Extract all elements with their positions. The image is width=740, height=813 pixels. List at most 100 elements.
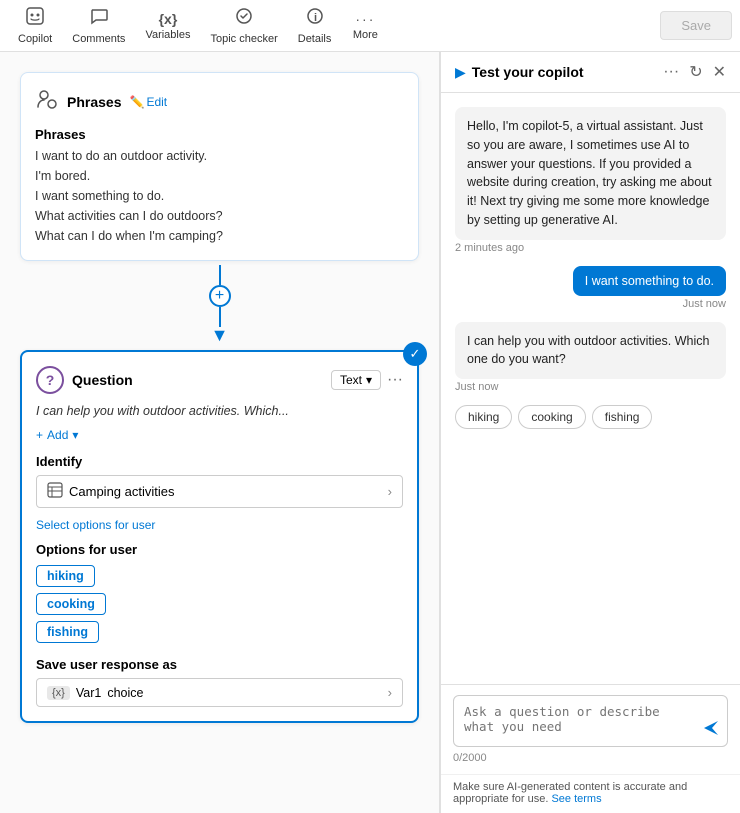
user-message-1: I want something to do. Just now xyxy=(455,266,726,310)
connector: + ▼ xyxy=(20,261,419,350)
chevron-right-icon: › xyxy=(388,484,392,499)
variables-icon: {x} xyxy=(159,11,178,27)
question-title: Question xyxy=(72,372,133,388)
phrases-icon xyxy=(35,87,59,117)
chat-option-fishing[interactable]: fishing xyxy=(592,405,653,429)
chat-options: hiking cooking fishing xyxy=(455,405,726,433)
question-title-group: ? Question xyxy=(36,366,133,394)
more-icon: ··· xyxy=(355,11,375,27)
save-response-label: Save user response as xyxy=(36,657,403,672)
edit-link[interactable]: ✏️ Edit xyxy=(129,95,167,109)
edit-icon: ✏️ xyxy=(129,95,144,109)
bot-message-2: I can help you with outdoor activities. … xyxy=(455,322,726,394)
question-card: ✓ ? Question Text ▾ ··· I can help you w… xyxy=(20,350,419,723)
details-icon: i xyxy=(305,6,325,31)
phrase-2: I'm bored. xyxy=(35,166,404,186)
connector-line-top xyxy=(219,265,221,285)
user-bubble-1: I want something to do. xyxy=(573,266,726,296)
identify-box[interactable]: Camping activities › xyxy=(36,475,403,508)
toolbar-copilot-label: Copilot xyxy=(18,33,52,45)
toolbar-variables-label: Variables xyxy=(145,29,190,41)
option-fishing[interactable]: fishing xyxy=(36,621,99,643)
phrases-card: Phrases ✏️ Edit Phrases I want to do an … xyxy=(20,72,419,261)
test-panel: ▶ Test your copilot ··· ↻ ✕ Hello, I'm c… xyxy=(440,52,740,813)
close-button[interactable]: ✕ xyxy=(713,62,726,82)
check-badge: ✓ xyxy=(403,342,427,366)
var-name: Var1 xyxy=(76,686,101,700)
phrase-1: I want to do an outdoor activity. xyxy=(35,146,404,166)
see-terms-link[interactable]: See terms xyxy=(551,793,601,805)
select-options-link[interactable]: Select options for user xyxy=(36,518,403,532)
toolbar-copilot[interactable]: Copilot xyxy=(8,2,62,49)
phrase-4: What activities can I do outdoors? xyxy=(35,206,404,226)
toolbar-details[interactable]: i Details xyxy=(288,2,342,49)
chat-input[interactable] xyxy=(453,695,728,747)
more-options-button[interactable]: ··· xyxy=(663,63,679,81)
main-area: Phrases ✏️ Edit Phrases I want to do an … xyxy=(0,52,740,813)
add-chevron-icon: ▾ xyxy=(72,428,78,442)
copilot-icon xyxy=(25,6,45,31)
refresh-button[interactable]: ↻ xyxy=(689,62,702,82)
toolbar-comments[interactable]: Comments xyxy=(62,2,135,49)
phrases-section: Phrases I want to do an outdoor activity… xyxy=(35,127,404,246)
table-icon xyxy=(47,482,63,501)
options-list: hiking cooking fishing xyxy=(36,565,403,643)
char-count: 0/2000 xyxy=(453,752,728,764)
question-icon: ? xyxy=(36,366,64,394)
identify-value: Camping activities xyxy=(69,484,175,499)
toolbar-variables[interactable]: {x} Variables xyxy=(135,7,200,45)
question-type-button[interactable]: Text ▾ xyxy=(331,370,381,390)
test-panel-title: Test your copilot xyxy=(472,64,584,80)
phrases-heading: Phrases xyxy=(35,127,404,142)
bot-time-2: Just now xyxy=(455,381,726,393)
comments-icon xyxy=(89,6,109,31)
phrases-card-title: Phrases xyxy=(67,94,121,110)
test-header: ▶ Test your copilot ··· ↻ ✕ xyxy=(441,52,740,93)
chevron-down-icon: ▾ xyxy=(366,373,372,387)
svg-text:i: i xyxy=(314,12,317,24)
expand-icon: ▶ xyxy=(455,64,466,81)
toolbar-comments-label: Comments xyxy=(72,33,125,45)
user-time-1: Just now xyxy=(683,298,726,310)
var-badge: {x} xyxy=(47,686,70,700)
phrase-3: I want something to do. xyxy=(35,186,404,206)
bot-bubble-1: Hello, I'm copilot-5, a virtual assistan… xyxy=(455,107,726,240)
question-more-button[interactable]: ··· xyxy=(387,371,403,389)
chat-input-area: 0/2000 xyxy=(441,684,740,774)
toolbar-more[interactable]: ··· More xyxy=(341,7,389,45)
save-response-box[interactable]: {x} Var1 choice › xyxy=(36,678,403,707)
save-response-chevron-icon: › xyxy=(388,685,392,700)
chat-input-wrapper xyxy=(453,695,728,750)
topic-checker-icon xyxy=(234,6,254,31)
disclaimer: Make sure AI-generated content is accura… xyxy=(441,774,740,813)
identify-label: Identify xyxy=(36,454,403,469)
bot-message-1: Hello, I'm copilot-5, a virtual assistan… xyxy=(455,107,726,254)
question-controls: Text ▾ ··· xyxy=(331,370,403,390)
connector-line-bottom xyxy=(219,307,221,327)
plus-icon: + xyxy=(36,428,43,442)
send-button[interactable] xyxy=(702,719,720,742)
toolbar: Copilot Comments {x} Variables Topic che… xyxy=(0,0,740,52)
chat-option-hiking[interactable]: hiking xyxy=(455,405,512,429)
question-header: ? Question Text ▾ ··· xyxy=(36,366,403,394)
toolbar-topic-checker[interactable]: Topic checker xyxy=(200,2,287,49)
choice-label: choice xyxy=(107,686,143,700)
toolbar-details-label: Details xyxy=(298,33,332,45)
phrase-5: What can I do when I'm camping? xyxy=(35,226,404,246)
arrow-down-icon: ▼ xyxy=(211,325,229,346)
card-header: Phrases ✏️ Edit xyxy=(35,87,404,117)
toolbar-topic-checker-label: Topic checker xyxy=(210,33,277,45)
option-cooking[interactable]: cooking xyxy=(36,593,106,615)
add-button[interactable]: + Add ▾ xyxy=(36,428,403,442)
option-hiking[interactable]: hiking xyxy=(36,565,95,587)
chat-option-cooking[interactable]: cooking xyxy=(518,405,585,429)
bot-bubble-2: I can help you with outdoor activities. … xyxy=(455,322,726,380)
question-preview: I can help you with outdoor activities. … xyxy=(36,404,403,418)
bot-time-1: 2 minutes ago xyxy=(455,242,726,254)
save-button[interactable]: Save xyxy=(660,11,732,40)
canvas: Phrases ✏️ Edit Phrases I want to do an … xyxy=(0,52,440,813)
options-for-user-label: Options for user xyxy=(36,542,403,557)
add-node-button[interactable]: + xyxy=(209,285,231,307)
toolbar-more-label: More xyxy=(353,29,378,41)
chat-area: Hello, I'm copilot-5, a virtual assistan… xyxy=(441,93,740,684)
